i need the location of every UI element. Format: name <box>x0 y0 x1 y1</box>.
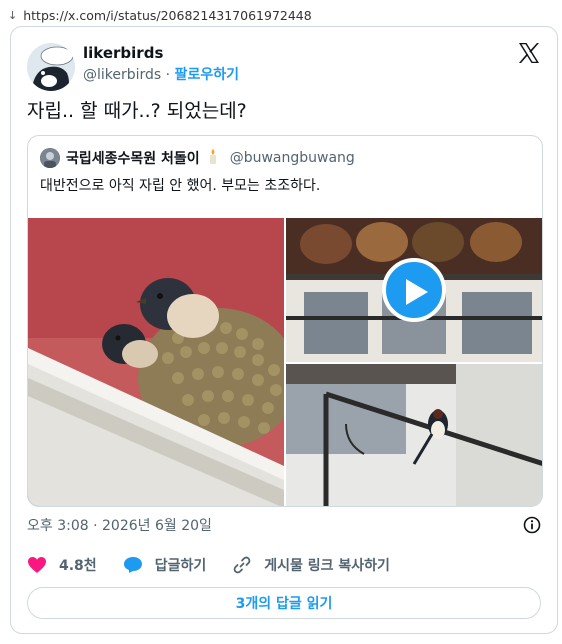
author-name[interactable]: likerbirds <box>83 43 239 63</box>
link-icon <box>233 556 251 574</box>
quote-avatar[interactable] <box>40 148 60 168</box>
restaurant-video-thumbnail[interactable] <box>286 218 542 362</box>
reply-bubble-icon <box>123 557 142 573</box>
x-logo-icon[interactable] <box>517 41 541 65</box>
tweet-text: 자립.. 할 때가..? 되었는데? <box>27 100 247 122</box>
quote-text: 대반전으로 아직 자립 안 했어. 부모는 초조하다. <box>40 178 321 194</box>
swallow-on-railing-photo[interactable] <box>286 364 542 506</box>
like-button[interactable]: 4.8천 <box>27 555 97 575</box>
timestamp[interactable]: 오후 3:08 · 2026년 6월 20일 <box>27 515 212 535</box>
url-text[interactable]: https://x.com/i/status/20682143170619724… <box>23 8 312 23</box>
quoted-tweet[interactable]: 국립세종수목원 처돌이 @buwangbuwang 대반전으로 아직 자립 안 … <box>27 135 543 507</box>
tweet-card: likerbirds @likerbirds · 팔로우하기 자립.. 할 때가… <box>10 26 558 634</box>
like-count: 4.8천 <box>59 558 97 574</box>
media-grid <box>28 218 542 506</box>
candle-emoji-icon <box>206 148 220 168</box>
copy-link-label: 게시물 링크 복사하기 <box>264 558 390 574</box>
author-handle[interactable]: @likerbirds <box>83 67 161 83</box>
handle-separator: · <box>161 67 175 83</box>
swallow-nest-photo[interactable] <box>28 218 284 506</box>
quote-author-handle[interactable]: @buwangbuwang <box>230 150 355 166</box>
reply-label: 답글하기 <box>154 558 207 574</box>
reply-button[interactable]: 답글하기 <box>123 555 207 575</box>
action-bar: 4.8천 답글하기 게시물 링크 복사하기 <box>27 555 416 575</box>
avatar[interactable] <box>27 43 75 91</box>
play-icon <box>406 279 428 305</box>
down-arrow-icon: ↓ <box>8 8 18 22</box>
read-replies-button[interactable]: 3개의 답글 읽기 <box>27 587 541 619</box>
quote-author-name[interactable]: 국립세종수목원 처돌이 <box>66 148 200 168</box>
heart-icon <box>28 557 46 573</box>
copy-link-button[interactable]: 게시물 링크 복사하기 <box>232 555 390 575</box>
info-icon[interactable] <box>523 516 541 534</box>
follow-button[interactable]: 팔로우하기 <box>175 67 239 83</box>
play-button[interactable] <box>382 258 446 322</box>
browser-url-bar[interactable]: ↓ https://x.com/i/status/206821431706197… <box>8 6 312 24</box>
